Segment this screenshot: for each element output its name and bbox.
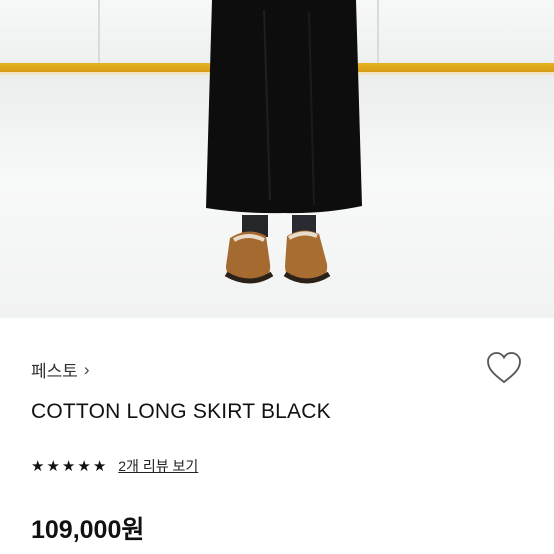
left-shoe-image [224,231,274,284]
chevron-right-icon: › [83,359,90,379]
star-filled-icon: ★ [46,458,60,475]
rating-row: ★ ★ ★ ★ ★ 2개 리뷰 보기 [31,456,198,476]
product-photo[interactable] [0,0,554,318]
product-price: 109,000원 [31,516,145,544]
black-skirt-image [206,0,362,214]
brand-link[interactable]: 페스토 › [31,357,90,382]
heart-outline-icon[interactable] [486,351,522,385]
star-rating: ★ ★ ★ ★ ★ [31,457,106,475]
star-filled-icon: ★ [77,458,91,475]
product-title: COTTON LONG SKIRT BLACK [31,400,331,423]
star-filled-icon: ★ [31,458,45,475]
star-filled-icon: ★ [61,458,76,475]
right-shoe-image [283,230,331,284]
divider [377,0,379,64]
star-filled-icon: ★ [92,458,107,475]
divider [98,0,100,64]
view-reviews-link[interactable]: 2개 리뷰 보기 [118,456,198,476]
brand-name: 페스토 [31,362,78,381]
